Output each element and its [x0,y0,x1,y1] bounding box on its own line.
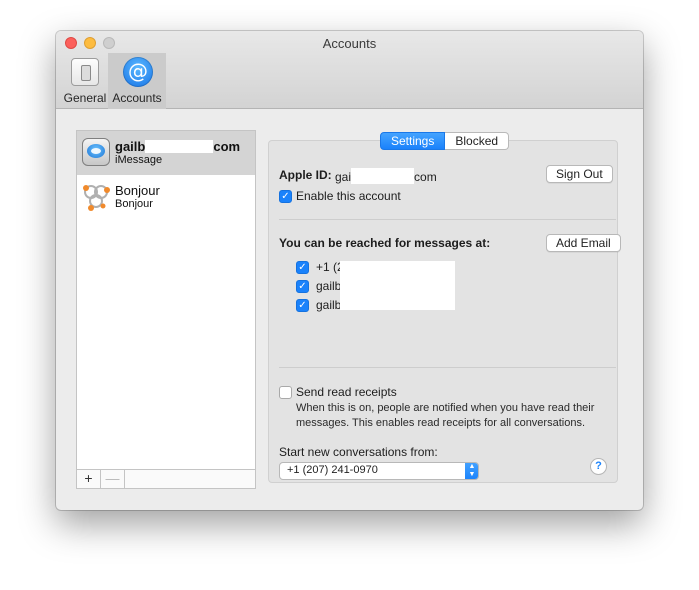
tab-blocked[interactable]: Blocked [445,132,510,150]
divider [279,219,616,220]
reachable-label: You can be reached for messages at: [279,236,491,250]
toolbar-accounts-label: Accounts [112,91,162,105]
at-sign-icon: @ [123,57,153,87]
imessage-icon [82,138,110,166]
redaction-box [340,261,455,310]
enable-account-checkbox[interactable]: ✓ [279,190,292,203]
start-conversations-popup[interactable]: +1 (207) 241-0970 ▲ ▼ [279,462,479,480]
window-title: Accounts [322,36,377,51]
tab-settings[interactable]: Settings [380,132,446,150]
popup-chevrons-icon: ▲ ▼ [465,463,478,479]
redaction-box [145,140,214,153]
add-email-button[interactable]: Add Email [546,234,621,252]
account-type: Bonjour [115,198,153,210]
address-label: gailb [316,279,342,293]
account-name: Bonjour [115,183,160,198]
account-type: iMessage [115,154,163,166]
sign-out-button[interactable]: Sign Out [546,165,613,183]
list-action-bar: + — [77,469,255,488]
read-receipts-label: Send read receipts [296,385,397,399]
checkmark-icon: ✓ [281,191,290,202]
start-conversations-value: +1 (207) 241-0970 [287,464,378,476]
apple-id-label: Apple ID: [279,168,332,182]
redaction-box [351,168,415,184]
add-account-button[interactable]: + [77,470,101,488]
preferences-window: Accounts General @ Accounts gailb com iMe… [56,31,643,510]
divider [279,367,616,368]
toolbar-general-tab[interactable]: General [57,53,113,109]
checkmark-icon: ✓ [298,281,307,292]
enable-account-label: Enable this account [296,189,401,203]
apple-id-value: gai com [335,168,437,184]
read-receipts-checkbox[interactable] [279,386,292,399]
checkmark-icon: ✓ [298,300,307,311]
address-checkbox[interactable]: ✓ [296,261,309,274]
toolbar: Accounts General @ Accounts [56,31,643,109]
account-row-bonjour[interactable]: Bonjour Bonjour [77,175,255,219]
read-receipts-description: When this is on, people are notified whe… [296,402,595,429]
address-label: gailb [316,298,342,312]
account-row-imessage[interactable]: gailb com iMessage [77,131,255,175]
help-button[interactable]: ? [590,458,607,475]
address-checkbox[interactable]: ✓ [296,280,309,293]
accounts-list[interactable]: gailb com iMessage Bonjour Bonjour + — [76,130,256,489]
settings-blocked-segmented-control[interactable]: Settings Blocked [380,132,510,150]
address-checkbox[interactable]: ✓ [296,299,309,312]
remove-account-button[interactable]: — [101,470,125,488]
start-conversations-label: Start new conversations from: [279,445,438,459]
toolbar-general-label: General [63,91,107,105]
bonjour-icon [82,182,110,211]
general-icon [71,58,99,86]
account-name: gailb com [115,139,241,154]
toolbar-accounts-tab[interactable]: @ Accounts [108,53,166,109]
checkmark-icon: ✓ [298,262,307,273]
